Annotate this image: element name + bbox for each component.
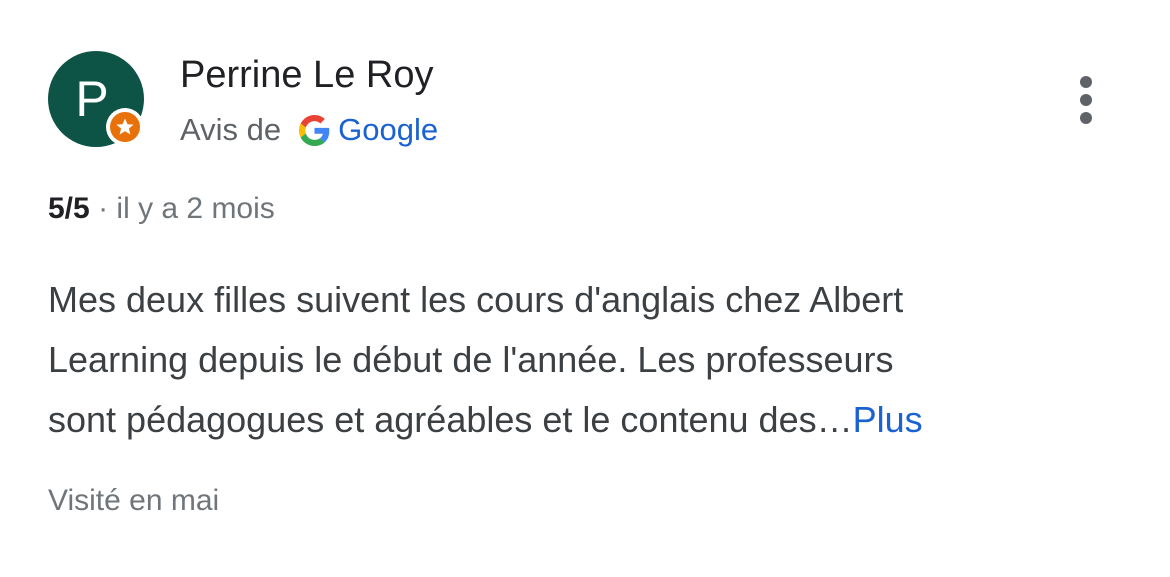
menu-dot [1080, 94, 1092, 106]
review-card: P Perrine Le Roy Avis de Google 5/5 · il… [0, 0, 1170, 577]
rating-line: 5/5 · il y a 2 mois [48, 192, 275, 226]
more-vertical-icon[interactable] [1066, 70, 1106, 130]
google-g-icon [299, 114, 330, 146]
menu-dot [1080, 112, 1092, 124]
rating-score: 5/5 [48, 192, 90, 225]
review-time: il y a 2 mois [116, 192, 275, 225]
local-guide-star-icon [110, 112, 140, 142]
more-link[interactable]: Plus [853, 399, 923, 440]
review-line-text: sont pédagogues et agréables et le conte… [48, 399, 853, 440]
review-text: Mes deux filles suivent les cours d'angl… [48, 270, 1128, 450]
source-prefix: Avis de [180, 112, 282, 147]
reviewer-name[interactable]: Perrine Le Roy [180, 54, 433, 97]
menu-dot [1080, 76, 1092, 88]
rating-separator: · [98, 192, 109, 225]
review-line: Learning depuis le début de l'année. Les… [48, 339, 894, 380]
review-source: Avis de Google [180, 110, 438, 150]
review-line: Mes deux filles suivent les cours d'angl… [48, 279, 904, 320]
local-guide-badge [106, 108, 144, 146]
source-google-link[interactable]: Google [338, 112, 438, 148]
visit-date: Visité en mai [48, 484, 220, 517]
review-line: sont pédagogues et agréables et le conte… [48, 390, 1128, 450]
